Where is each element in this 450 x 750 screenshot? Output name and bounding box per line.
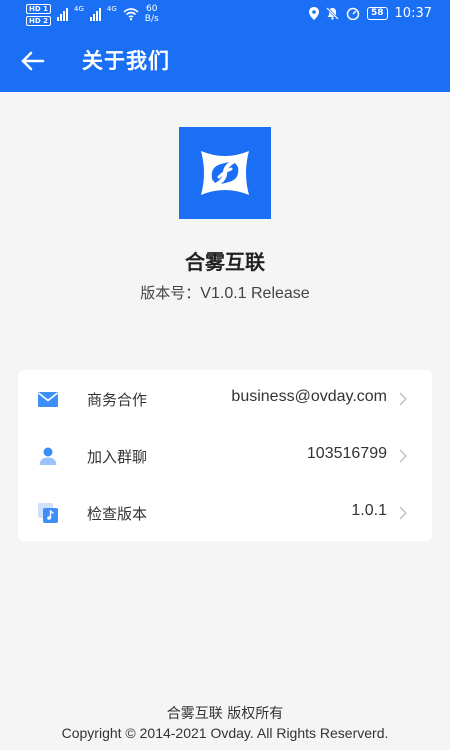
signal-icon — [56, 7, 68, 21]
hd1-badge: HD 1 — [26, 4, 51, 14]
check-version-row[interactable]: 检查版本 1.0.1 — [18, 484, 432, 541]
mail-icon — [38, 392, 58, 407]
nav-bar: 关于我们 — [0, 30, 450, 92]
page-title: 关于我们 — [82, 49, 170, 73]
net-speed-value: 60 — [145, 4, 158, 14]
group-chat-icon — [39, 447, 57, 465]
battery-icon: 58 — [367, 7, 388, 20]
version-label: 版本号： — [140, 284, 201, 302]
update-icon — [38, 503, 58, 523]
speedometer-icon — [346, 7, 360, 20]
info-card: 商务合作 business@ovday.com 加入群聊 103516799 检… — [18, 370, 432, 541]
location-icon — [309, 7, 319, 20]
group-chat-label: 加入群聊 — [87, 448, 148, 466]
check-version-label: 检查版本 — [87, 505, 148, 523]
copyright-owner: 合雾互联 版权所有 — [166, 706, 284, 722]
version-value: V1.0.1 Release — [200, 285, 310, 302]
status-left: HD 1 HD 2 4G 4G 60 B/s — [26, 4, 159, 26]
current-version: 1.0.1 — [351, 502, 387, 519]
group-number: 103516799 — [306, 445, 387, 462]
business-label: 商务合作 — [87, 391, 148, 409]
version-line: 版本号：V1.0.1 Release — [0, 282, 450, 303]
hd-indicators: HD 1 HD 2 — [26, 4, 51, 26]
clock: 10:37 — [394, 6, 432, 21]
wifi-icon — [123, 8, 139, 21]
mute-icon — [326, 7, 339, 20]
hd2-badge: HD 2 — [26, 16, 51, 26]
status-bar: HD 1 HD 2 4G 4G 60 B/s 58 10:37 — [0, 0, 450, 30]
copyright-notice: Copyright © 2014-2021 Ovday. All Rights … — [61, 725, 389, 741]
back-arrow-icon[interactable] — [20, 46, 46, 76]
net-speed-unit: B/s — [144, 14, 159, 24]
app-logo — [179, 127, 271, 219]
app-name: 合雾互联 — [185, 250, 265, 274]
signal-icon-2 — [89, 7, 101, 21]
network-type-1: 4G — [73, 5, 84, 13]
chevron-right-icon — [399, 506, 408, 520]
business-row[interactable]: 商务合作 business@ovday.com — [18, 370, 432, 427]
status-right: 58 10:37 — [309, 6, 432, 21]
business-email: business@ovday.com — [231, 388, 387, 405]
net-speed: 60 B/s — [145, 4, 159, 24]
network-type-2: 4G — [106, 5, 117, 13]
group-chat-row[interactable]: 加入群聊 103516799 — [18, 427, 432, 484]
chevron-right-icon — [399, 449, 408, 463]
chevron-right-icon — [399, 392, 408, 406]
